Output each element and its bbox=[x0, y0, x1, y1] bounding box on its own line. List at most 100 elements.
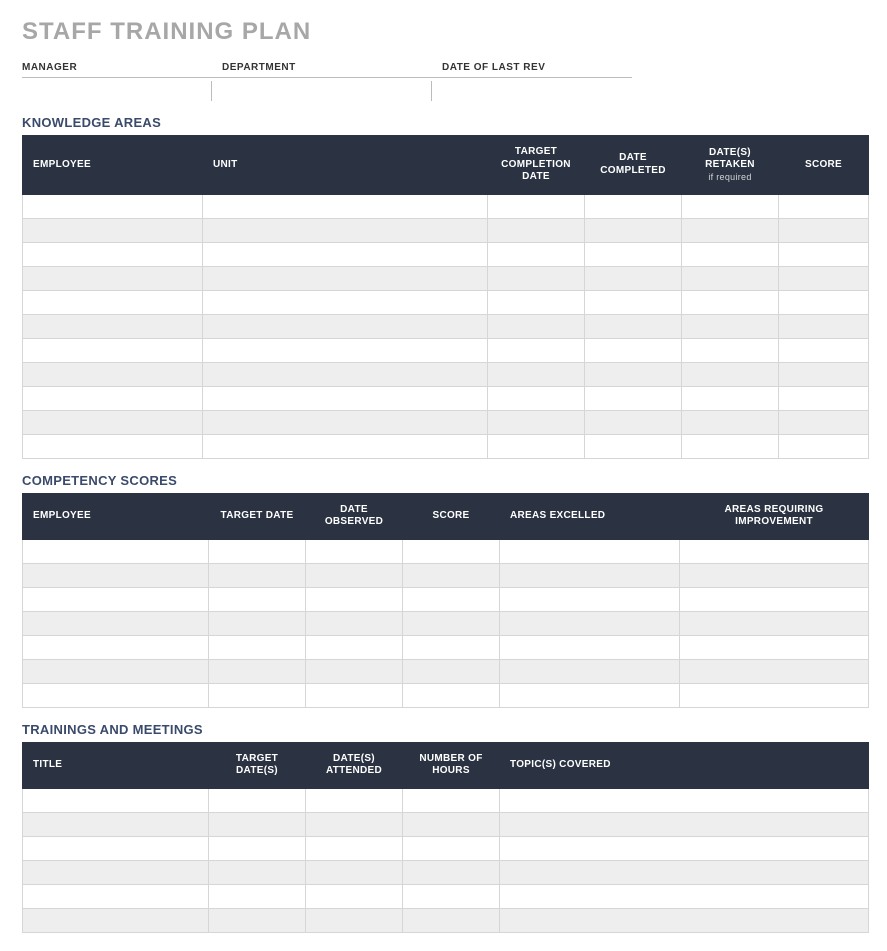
cell-date_completed[interactable] bbox=[585, 290, 682, 314]
cell-topics_covered[interactable] bbox=[500, 788, 869, 812]
cell-target_completion[interactable] bbox=[488, 314, 585, 338]
cell-dates_retaken[interactable] bbox=[682, 386, 779, 410]
cell-number_of_hours[interactable] bbox=[403, 812, 500, 836]
cell-employee[interactable] bbox=[23, 362, 203, 386]
cell-score[interactable] bbox=[779, 410, 869, 434]
cell-score[interactable] bbox=[403, 611, 500, 635]
cell-areas_improvement[interactable] bbox=[680, 563, 869, 587]
cell-target_date[interactable] bbox=[209, 563, 306, 587]
cell-date_observed[interactable] bbox=[306, 683, 403, 707]
cell-score[interactable] bbox=[403, 659, 500, 683]
cell-score[interactable] bbox=[779, 434, 869, 458]
cell-dates_retaken[interactable] bbox=[682, 338, 779, 362]
cell-date_completed[interactable] bbox=[585, 218, 682, 242]
cell-employee[interactable] bbox=[23, 338, 203, 362]
cell-date_observed[interactable] bbox=[306, 587, 403, 611]
cell-areas_improvement[interactable] bbox=[680, 611, 869, 635]
cell-date_observed[interactable] bbox=[306, 563, 403, 587]
cell-dates_attended[interactable] bbox=[306, 788, 403, 812]
cell-unit[interactable] bbox=[203, 242, 488, 266]
cell-target_dates[interactable] bbox=[209, 788, 306, 812]
cell-date_completed[interactable] bbox=[585, 314, 682, 338]
cell-dates_attended[interactable] bbox=[306, 812, 403, 836]
cell-target_completion[interactable] bbox=[488, 386, 585, 410]
cell-title[interactable] bbox=[23, 788, 209, 812]
cell-unit[interactable] bbox=[203, 266, 488, 290]
cell-topics_covered[interactable] bbox=[500, 812, 869, 836]
cell-employee[interactable] bbox=[23, 659, 209, 683]
cell-score[interactable] bbox=[779, 242, 869, 266]
cell-date_completed[interactable] bbox=[585, 194, 682, 218]
cell-dates_retaken[interactable] bbox=[682, 242, 779, 266]
cell-unit[interactable] bbox=[203, 434, 488, 458]
cell-target_dates[interactable] bbox=[209, 908, 306, 932]
cell-date_observed[interactable] bbox=[306, 659, 403, 683]
cell-target_dates[interactable] bbox=[209, 812, 306, 836]
cell-score[interactable] bbox=[403, 587, 500, 611]
cell-unit[interactable] bbox=[203, 362, 488, 386]
cell-target_completion[interactable] bbox=[488, 266, 585, 290]
cell-dates_retaken[interactable] bbox=[682, 290, 779, 314]
cell-target_completion[interactable] bbox=[488, 218, 585, 242]
cell-score[interactable] bbox=[779, 386, 869, 410]
cell-employee[interactable] bbox=[23, 683, 209, 707]
cell-employee[interactable] bbox=[23, 386, 203, 410]
cell-title[interactable] bbox=[23, 860, 209, 884]
cell-dates_attended[interactable] bbox=[306, 836, 403, 860]
cell-date_completed[interactable] bbox=[585, 266, 682, 290]
cell-score[interactable] bbox=[779, 314, 869, 338]
cell-areas_improvement[interactable] bbox=[680, 539, 869, 563]
cell-target_date[interactable] bbox=[209, 683, 306, 707]
cell-score[interactable] bbox=[403, 539, 500, 563]
cell-date_observed[interactable] bbox=[306, 539, 403, 563]
cell-employee[interactable] bbox=[23, 218, 203, 242]
cell-employee[interactable] bbox=[23, 410, 203, 434]
cell-dates_attended[interactable] bbox=[306, 860, 403, 884]
cell-number_of_hours[interactable] bbox=[403, 884, 500, 908]
cell-areas_excelled[interactable] bbox=[500, 539, 680, 563]
cell-employee[interactable] bbox=[23, 587, 209, 611]
cell-employee[interactable] bbox=[23, 563, 209, 587]
cell-number_of_hours[interactable] bbox=[403, 788, 500, 812]
cell-target_completion[interactable] bbox=[488, 338, 585, 362]
cell-target_date[interactable] bbox=[209, 611, 306, 635]
cell-dates_attended[interactable] bbox=[306, 908, 403, 932]
cell-title[interactable] bbox=[23, 908, 209, 932]
cell-date_completed[interactable] bbox=[585, 410, 682, 434]
cell-target_completion[interactable] bbox=[488, 362, 585, 386]
cell-employee[interactable] bbox=[23, 266, 203, 290]
cell-target_completion[interactable] bbox=[488, 410, 585, 434]
cell-dates_retaken[interactable] bbox=[682, 314, 779, 338]
cell-dates_retaken[interactable] bbox=[682, 266, 779, 290]
cell-target_date[interactable] bbox=[209, 539, 306, 563]
cell-areas_excelled[interactable] bbox=[500, 587, 680, 611]
cell-areas_excelled[interactable] bbox=[500, 611, 680, 635]
cell-score[interactable] bbox=[779, 362, 869, 386]
cell-dates_retaken[interactable] bbox=[682, 218, 779, 242]
cell-title[interactable] bbox=[23, 836, 209, 860]
cell-target_dates[interactable] bbox=[209, 836, 306, 860]
cell-score[interactable] bbox=[779, 218, 869, 242]
cell-target_dates[interactable] bbox=[209, 860, 306, 884]
cell-score[interactable] bbox=[403, 683, 500, 707]
cell-employee[interactable] bbox=[23, 539, 209, 563]
cell-unit[interactable] bbox=[203, 338, 488, 362]
cell-score[interactable] bbox=[403, 563, 500, 587]
cell-dates_retaken[interactable] bbox=[682, 434, 779, 458]
cell-score[interactable] bbox=[779, 338, 869, 362]
cell-areas_improvement[interactable] bbox=[680, 587, 869, 611]
cell-score[interactable] bbox=[779, 290, 869, 314]
cell-date_completed[interactable] bbox=[585, 434, 682, 458]
cell-title[interactable] bbox=[23, 884, 209, 908]
cell-employee[interactable] bbox=[23, 434, 203, 458]
cell-number_of_hours[interactable] bbox=[403, 908, 500, 932]
cell-dates_attended[interactable] bbox=[306, 884, 403, 908]
cell-target_completion[interactable] bbox=[488, 434, 585, 458]
cell-employee[interactable] bbox=[23, 290, 203, 314]
cell-unit[interactable] bbox=[203, 194, 488, 218]
cell-topics_covered[interactable] bbox=[500, 860, 869, 884]
cell-score[interactable] bbox=[403, 635, 500, 659]
cell-score[interactable] bbox=[779, 266, 869, 290]
cell-target_completion[interactable] bbox=[488, 290, 585, 314]
cell-number_of_hours[interactable] bbox=[403, 836, 500, 860]
